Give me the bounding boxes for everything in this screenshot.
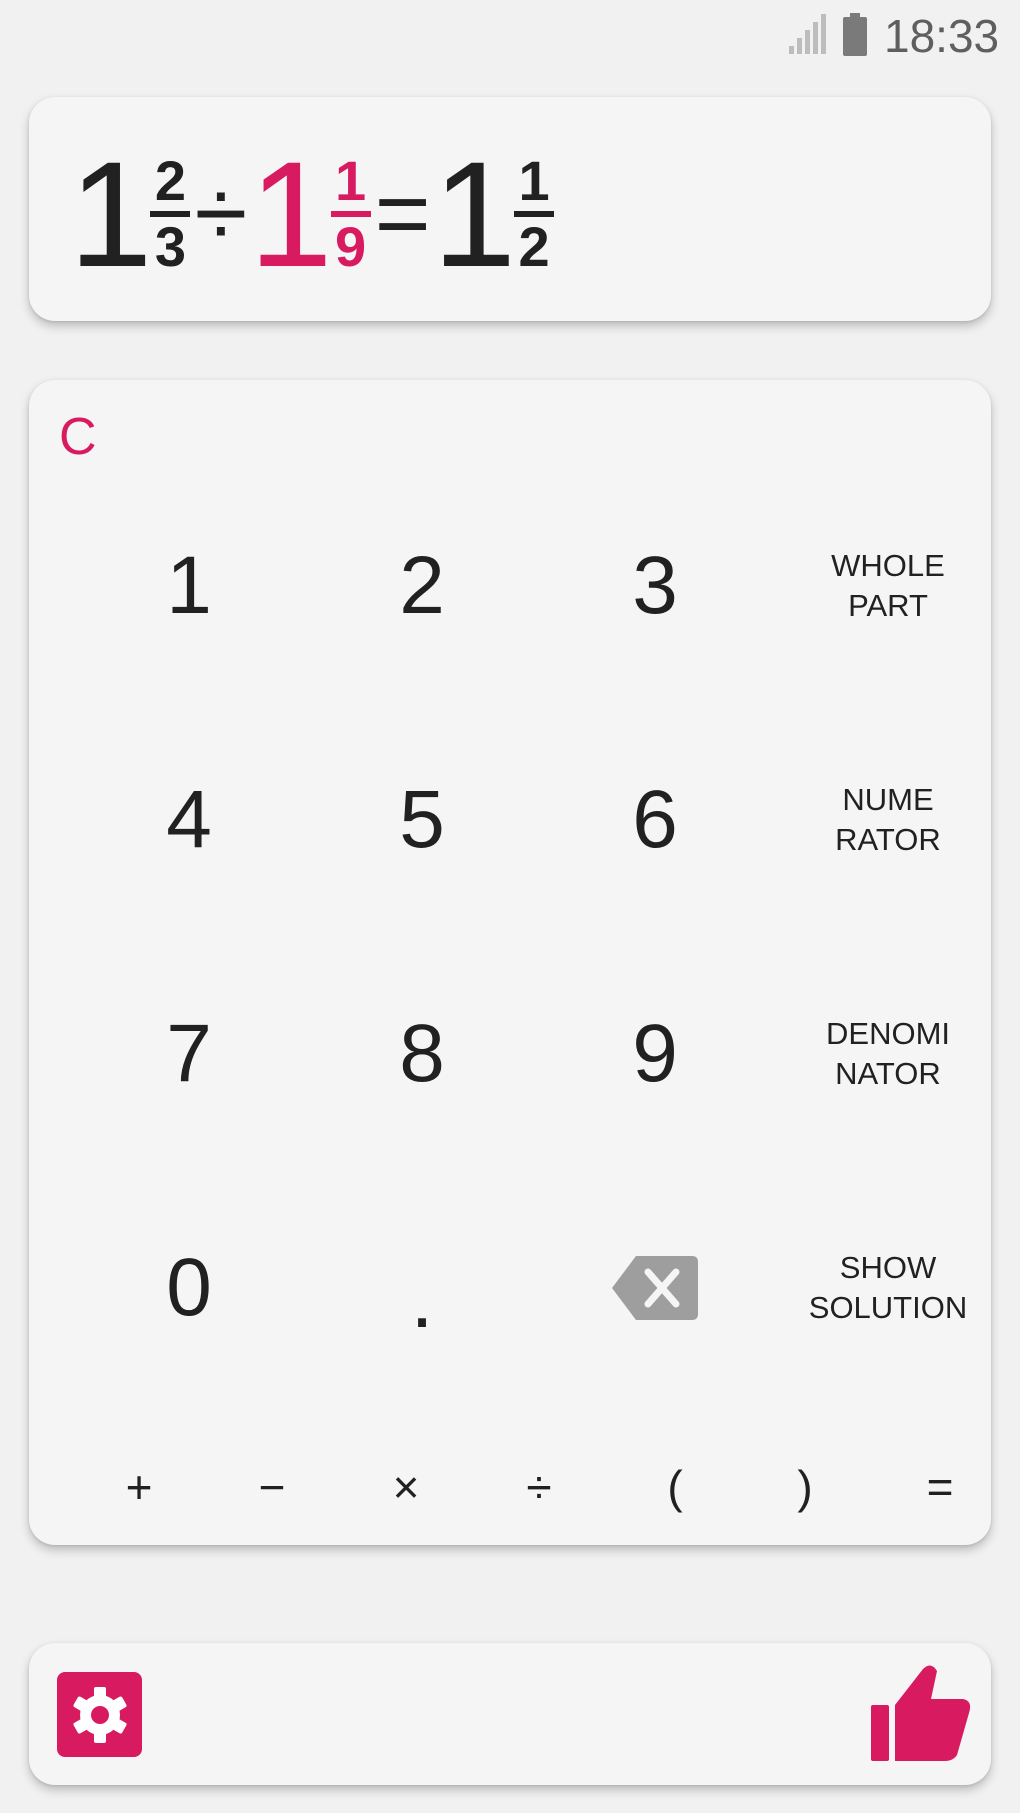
keypad: C 1 2 3 WHOLE PART 4 5 6 NUME RATOR 7 8 … [29,380,991,1545]
show-solution-label-line2: SOLUTION [808,1290,968,1325]
numerator-label-line2: RATOR [835,822,941,857]
term1-denominator: 3 [154,215,187,278]
minus-button[interactable]: − [212,1442,332,1532]
term2-whole: 1 [249,130,332,298]
gear-icon [72,1686,127,1743]
status-clock: 18:33 [884,10,1000,62]
digit-5-button[interactable]: 5 [306,740,538,900]
decimal-point-button[interactable]: . [306,1220,538,1380]
term1-whole: 1 [69,130,152,298]
signal-icon [789,14,826,54]
backspace-button[interactable] [539,1208,771,1368]
term2-denominator: 9 [334,215,367,278]
digit-1-button[interactable]: 1 [73,506,305,666]
term1-numerator: 2 [154,149,187,212]
expression-display: 1 2 3 ÷ 1 1 9 = 1 1 2 [29,97,991,321]
clear-button[interactable]: C [59,402,139,472]
close-paren-button[interactable]: ) [745,1442,865,1532]
show-solution-button[interactable]: SHOW SOLUTION [772,1208,1004,1368]
expression-equals: = [374,160,431,267]
numerator-label-line1: NUME [842,782,934,817]
bottom-bar [29,1643,991,1785]
result-fraction: 1 2 [514,149,555,278]
denominator-button[interactable]: DENOMI NATOR [772,974,1004,1134]
digit-2-button[interactable]: 2 [306,506,538,666]
divide-button[interactable]: ÷ [479,1442,599,1532]
plus-button[interactable]: + [79,1442,199,1532]
result-denominator: 2 [518,215,550,278]
backspace-icon [612,1256,698,1320]
term2-fraction: 1 9 [330,149,371,278]
digit-8-button[interactable]: 8 [306,974,538,1134]
digit-7-button[interactable]: 7 [73,974,305,1134]
show-solution-label-line1: SHOW [839,1250,937,1285]
whole-part-button[interactable]: WHOLE PART [772,506,1004,666]
battery-icon [843,13,867,56]
denominator-label-line2: NATOR [835,1056,941,1091]
result-numerator: 1 [518,149,550,212]
term2-numerator: 1 [334,149,367,212]
digit-4-button[interactable]: 4 [73,740,305,900]
equals-button[interactable]: = [880,1442,1000,1532]
like-button[interactable] [865,1655,975,1765]
settings-button[interactable] [57,1672,142,1757]
result-whole: 1 [432,130,516,298]
thumbs-up-icon [871,1665,971,1761]
term1-fraction: 2 3 [150,149,191,278]
expression-operator: ÷ [194,160,248,267]
open-paren-button[interactable]: ( [615,1442,735,1532]
digit-0-button[interactable]: 0 [73,1208,305,1368]
digit-3-button[interactable]: 3 [539,506,771,666]
whole-part-label-line2: PART [848,588,928,623]
fraction-expression: 1 2 3 ÷ 1 1 9 = 1 1 2 [69,139,556,289]
status-bar: 18:33 [0,0,1020,80]
whole-part-label-line1: WHOLE [831,548,945,583]
numerator-button[interactable]: NUME RATOR [772,740,1004,900]
digit-6-button[interactable]: 6 [539,740,771,900]
multiply-button[interactable]: × [346,1442,466,1532]
denominator-label-line1: DENOMI [826,1016,950,1051]
digit-9-button[interactable]: 9 [539,974,771,1134]
